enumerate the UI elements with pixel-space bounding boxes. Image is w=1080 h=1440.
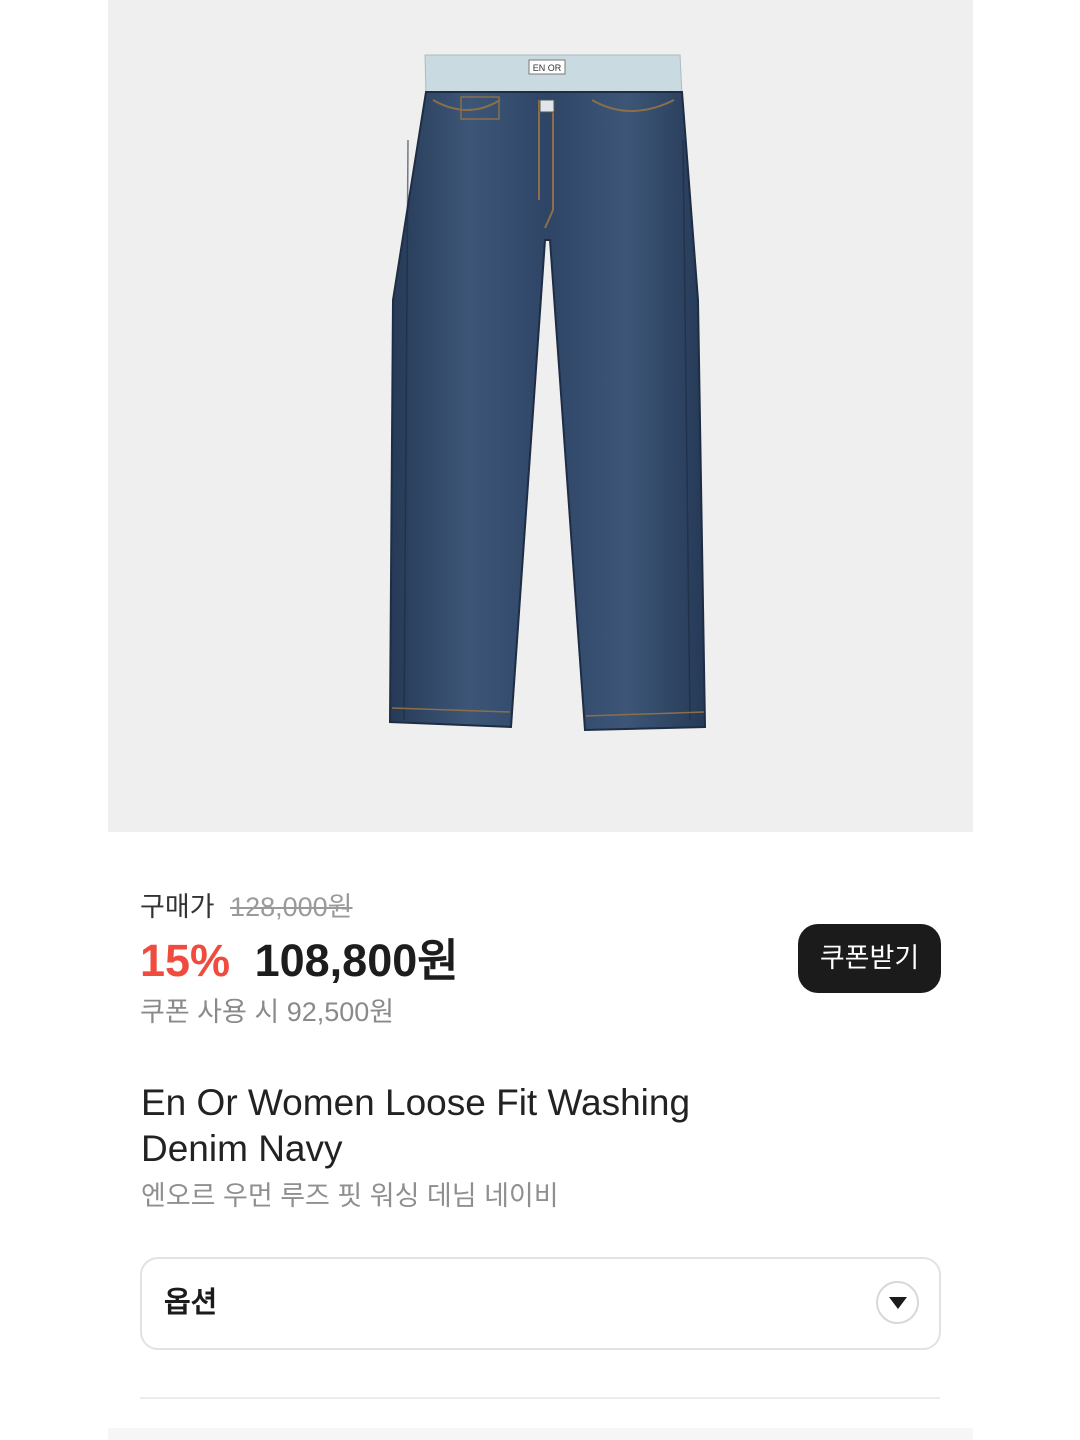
product-name-en-line2: Denim Navy [141, 1128, 343, 1169]
denim-jeans-icon: EN OR [388, 54, 707, 732]
section-edge [108, 1428, 973, 1440]
discount-rate: 15% [140, 935, 231, 986]
divider [140, 1397, 940, 1399]
original-price: 128,000원 [230, 892, 353, 922]
product-name-ko: 엔오르 우먼 루즈 핏 워싱 데님 네이비 [141, 1181, 559, 1211]
purchase-price-label: 구매가 [140, 892, 215, 922]
get-coupon-button[interactable]: 쿠폰받기 [798, 924, 941, 993]
product-title-block: En Or Women Loose Fit Washing Denim Navy… [141, 1080, 901, 1216]
product-name-en-line1: En Or Women Loose Fit Washing [141, 1082, 691, 1123]
product-image[interactable]: EN OR [108, 0, 973, 832]
option-select[interactable]: 옵션 [140, 1257, 941, 1350]
product-name-en: En Or Women Loose Fit Washing Denim Navy [141, 1080, 901, 1172]
chevron-down-icon[interactable] [876, 1281, 919, 1324]
sale-price: 108,800원 [254, 935, 459, 986]
original-price-row: 구매가 128,000원 [140, 888, 940, 926]
option-label: 옵션 [164, 1287, 218, 1319]
coupon-price-info: 쿠폰 사용 시 92,500원 [140, 997, 395, 1027]
waist-tag: EN OR [533, 63, 562, 73]
